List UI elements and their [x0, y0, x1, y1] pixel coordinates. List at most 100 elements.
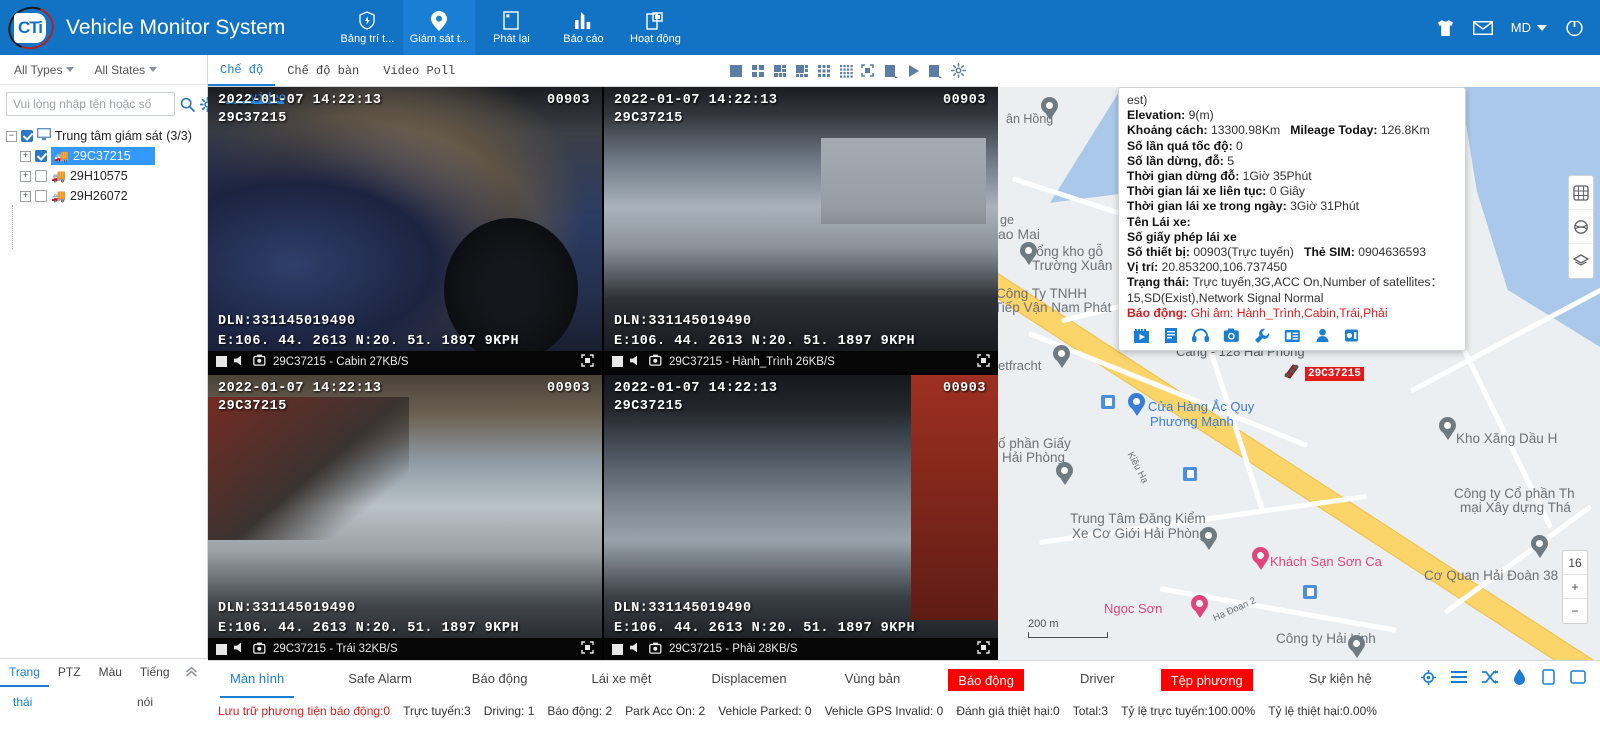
snapshot-icon[interactable] [253, 354, 266, 369]
map-pin-hotel[interactable] [1191, 595, 1208, 619]
window-outline-icon[interactable] [1570, 669, 1586, 690]
tree-root-checkbox[interactable] [21, 130, 33, 142]
stop-icon[interactable] [216, 643, 227, 655]
bottom-tab-region[interactable]: Vùng bản [835, 661, 911, 698]
speaker-icon[interactable] [630, 355, 642, 369]
map-pin[interactable] [1020, 242, 1037, 266]
nav-item-playback[interactable]: Phát lại [475, 0, 547, 55]
report-icon[interactable] [1164, 327, 1178, 344]
stop-icon[interactable] [612, 643, 623, 655]
map-bus-stop-icon[interactable] [1101, 395, 1115, 409]
speaker-icon[interactable] [234, 642, 246, 656]
bottom-tab-alarm-active[interactable]: Báo động [948, 668, 1024, 691]
shuffle-icon[interactable] [1482, 670, 1498, 689]
bottom-tab-alarm[interactable]: Báo động [462, 661, 538, 698]
bottom-tab-displacement[interactable]: Displacemen [701, 661, 796, 698]
map-bus-stop-icon[interactable] [1183, 467, 1197, 481]
target-icon[interactable] [1421, 669, 1436, 690]
satellite-icon[interactable] [1569, 210, 1593, 244]
drop-icon[interactable] [1513, 669, 1526, 690]
tree-node-vehicle-2[interactable]: + 🚚 29H26072 [4, 186, 205, 206]
map-bus-stop-icon[interactable] [1303, 585, 1317, 599]
power-icon[interactable] [1565, 18, 1584, 37]
expand-icon[interactable] [581, 353, 594, 370]
map-view[interactable]: ân Hồng ge ao Mai Tổng kho gỗ Trường Xuâ… [998, 87, 1600, 660]
bottom-tab-fatigue[interactable]: Lái xe mệt [581, 661, 661, 698]
snapshot-icon[interactable] [649, 354, 662, 369]
map-zoom-in-button[interactable]: + [1563, 575, 1587, 599]
speaker-icon[interactable] [630, 642, 642, 656]
video-tab-video-poll[interactable]: Video Poll [371, 64, 467, 78]
snapshot-icon[interactable] [253, 642, 266, 657]
headset-icon[interactable] [1192, 327, 1209, 344]
video-tab-mode[interactable]: Chế độ [208, 55, 276, 86]
expander-icon[interactable]: − [6, 130, 17, 142]
card-icon[interactable] [1284, 327, 1301, 344]
camera-icon[interactable] [1223, 327, 1240, 344]
video-cell-2[interactable]: 2022-01-07 14:22:13 00903 29C37215 DLN:3… [208, 374, 602, 660]
nav-item-activity[interactable]: Hoạt động [619, 0, 691, 55]
bottom-tab-system-event[interactable]: Sự kiện hệ [1299, 661, 1382, 698]
layout-9-icon[interactable] [817, 64, 831, 78]
window-icon[interactable] [1541, 669, 1555, 690]
layout-6-icon[interactable] [773, 64, 787, 78]
layout-16-icon[interactable] [839, 64, 853, 78]
sidebar-tab-audio[interactable]: Tiếng [131, 659, 179, 687]
user-menu[interactable]: MD [1511, 20, 1547, 35]
map-zoom-out-button[interactable]: − [1563, 599, 1587, 623]
video-play-icon[interactable] [1133, 327, 1150, 344]
settings-gear-icon[interactable] [951, 63, 966, 78]
map-label-poi[interactable]: Cửa Hàng Ắc Quy [1148, 400, 1254, 414]
map-pin[interactable] [1041, 97, 1058, 121]
expander-icon[interactable]: + [20, 150, 31, 162]
tree-vehicle-checkbox-0[interactable] [35, 150, 47, 162]
layout-4-icon[interactable] [751, 64, 765, 78]
nav-item-reports[interactable]: Báo cáo [547, 0, 619, 55]
tree-vehicle-checkbox-1[interactable] [35, 170, 47, 182]
search-input[interactable] [6, 92, 175, 116]
tree-node-root[interactable]: − Trung tâm giám sát (3/3) [4, 126, 205, 146]
map-pin-hotel[interactable] [1252, 547, 1269, 571]
video-tab-desk-mode[interactable]: Chế độ bàn [275, 64, 371, 78]
map-label-poi[interactable]: Phương Mạnh [1150, 415, 1234, 429]
bottom-tab-driver[interactable]: Driver [1070, 661, 1125, 698]
layout-8-icon[interactable] [795, 64, 809, 78]
filter-all-types[interactable]: All Types [6, 63, 82, 77]
map-pin[interactable] [1056, 462, 1073, 486]
expand-icon[interactable] [581, 641, 594, 657]
map-pin[interactable] [1200, 527, 1217, 551]
tshirt-icon[interactable] [1436, 19, 1455, 37]
map-type-icon[interactable] [1569, 176, 1593, 210]
map-label-poi[interactable]: Khách Sạn Sơn Ca [1270, 555, 1382, 569]
tree-vehicle-checkbox-2[interactable] [35, 190, 47, 202]
map-pin-poi[interactable] [1128, 393, 1145, 417]
video-cell-0[interactable]: video 2022-01-07 14:22:13 00903 29C37215… [208, 87, 602, 373]
map-pin[interactable] [1053, 345, 1070, 369]
layout-1-icon[interactable] [729, 64, 743, 78]
search-icon[interactable] [180, 97, 195, 112]
stop-icon[interactable] [216, 356, 227, 367]
bottom-tab-screen[interactable]: Màn hình [220, 661, 295, 698]
expander-icon[interactable]: + [20, 170, 31, 182]
tree-node-vehicle-1[interactable]: + 🚚 29H10575 [4, 166, 205, 186]
chevron-up-icon[interactable] [185, 666, 208, 680]
nav-item-dashboard[interactable]: Bảng trí t... [331, 0, 403, 55]
map-pin[interactable] [1348, 635, 1365, 659]
sidebar-tab-color[interactable]: Màu [90, 659, 131, 687]
fullscreen-icon[interactable] [861, 63, 876, 78]
tree-node-vehicle-0[interactable]: + 🚚 29C37215 [4, 146, 205, 166]
nav-item-monitoring[interactable]: Giám sát t... [403, 0, 476, 55]
capture-icon[interactable] [884, 64, 899, 78]
sidebar-tab-status[interactable]: Trạng [0, 659, 49, 687]
mail-icon[interactable] [1472, 20, 1493, 35]
person-icon[interactable] [1315, 327, 1330, 344]
snapshot-icon[interactable] [649, 642, 662, 657]
stop-icon[interactable] [612, 356, 623, 367]
video-cell-3[interactable]: 2022-01-07 14:22:13 00903 29C37215 DLN:3… [604, 374, 998, 660]
bottom-tab-safe-alarm[interactable]: Safe Alarm [338, 661, 422, 698]
sidebar-tab-ptz[interactable]: PTZ [49, 659, 90, 687]
expand-icon[interactable] [977, 641, 990, 657]
filter-all-states[interactable]: All States [86, 63, 165, 77]
play-icon[interactable] [907, 64, 920, 78]
speaker-icon[interactable] [234, 355, 246, 369]
